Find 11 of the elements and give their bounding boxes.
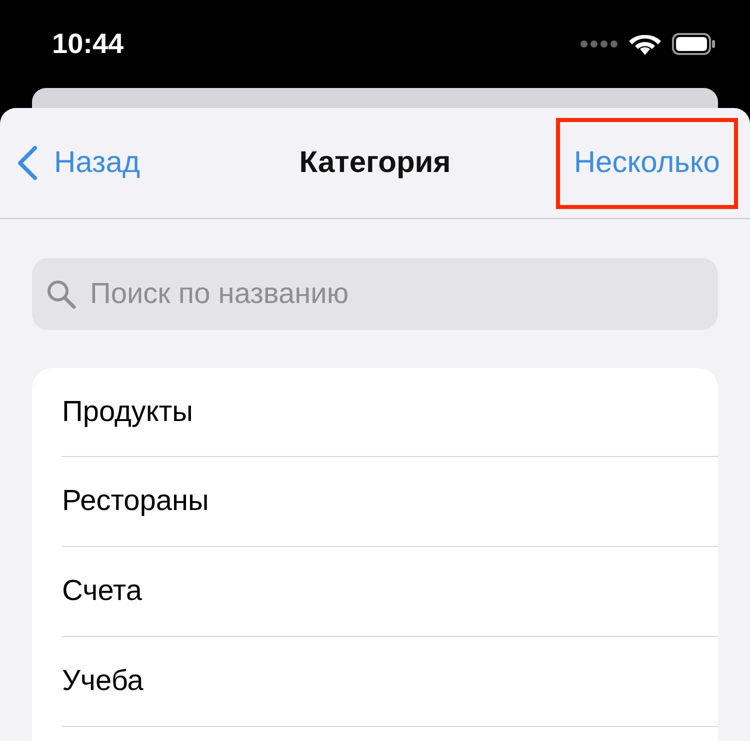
category-item[interactable]: Учеба — [62, 637, 718, 727]
category-item[interactable]: Счета — [62, 547, 718, 637]
search-field[interactable]: Поиск по названию — [32, 258, 718, 330]
nav-title: Категория — [298, 146, 452, 180]
chevron-left-icon — [16, 145, 38, 181]
category-item[interactable]: Продукты — [62, 368, 718, 457]
wifi-icon — [628, 32, 662, 56]
signal-icon — [580, 40, 618, 48]
status-time: 10:44 — [52, 28, 124, 60]
category-item[interactable]: Рестораны — [62, 457, 718, 547]
battery-icon — [672, 33, 716, 55]
